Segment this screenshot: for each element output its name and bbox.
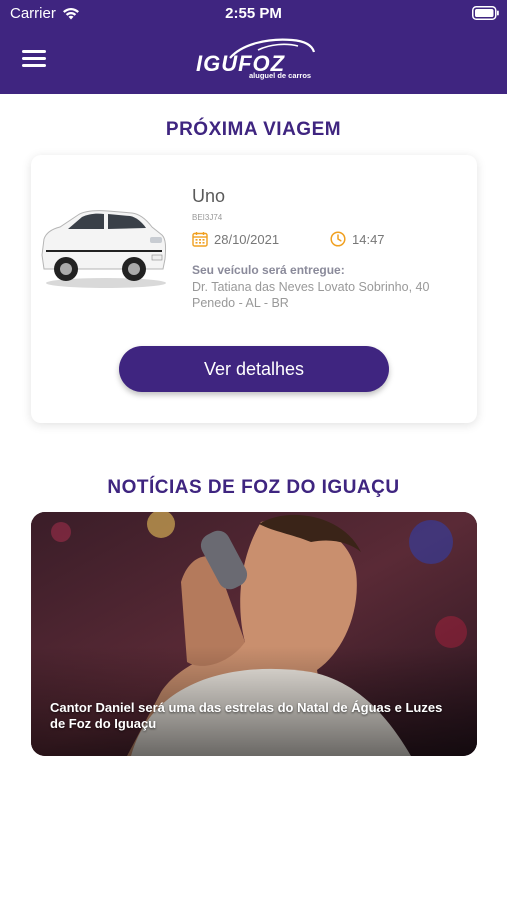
trip-date: 28/10/2021 [214, 232, 280, 247]
news-card[interactable]: Cantor Daniel será uma das estrelas do N… [31, 512, 477, 756]
news-caption: Cantor Daniel será uma das estrelas do N… [50, 700, 443, 731]
next-trip-section-title: PRÓXIMA VIAGEM [165, 119, 342, 140]
hamburger-menu-icon[interactable] [22, 50, 48, 70]
car-plate: BEI3J74 [192, 213, 223, 222]
car-model-name: Uno [192, 186, 226, 206]
car-image [41, 210, 167, 288]
clock-icon [330, 231, 346, 247]
address-line-1: Dr. Tatiana das Neves Lovato Sobrinho, 4… [192, 280, 430, 294]
address-line-2: Penedo - AL - BR [192, 296, 289, 310]
news-section-title: NOTÍCIAS DE FOZ DO IGUAÇU [107, 477, 400, 498]
calendar-icon [192, 232, 208, 247]
next-trip-card: Uno BEI3J74 28/10/2021 14:47 Seu veículo… [31, 155, 477, 423]
delivery-label: Seu veículo será entregue: [192, 263, 345, 277]
status-time: 2:55 PM [225, 5, 282, 22]
igufoz-logo: IGUFOZ aluguel de carros [190, 36, 320, 84]
trip-time: 14:47 [352, 232, 385, 247]
battery-icon [472, 6, 499, 20]
delivery-address: Dr. Tatiana das Neves Lovato Sobrinho, 4… [192, 279, 429, 311]
view-details-button[interactable]: Ver detalhes [119, 346, 389, 392]
logo-subtitle: aluguel de carros [249, 71, 312, 80]
status-bar: Carrier 2:55 PM [0, 0, 507, 28]
app-header: Carrier 2:55 PM IGUFOZ aluguel de carros [0, 0, 507, 94]
